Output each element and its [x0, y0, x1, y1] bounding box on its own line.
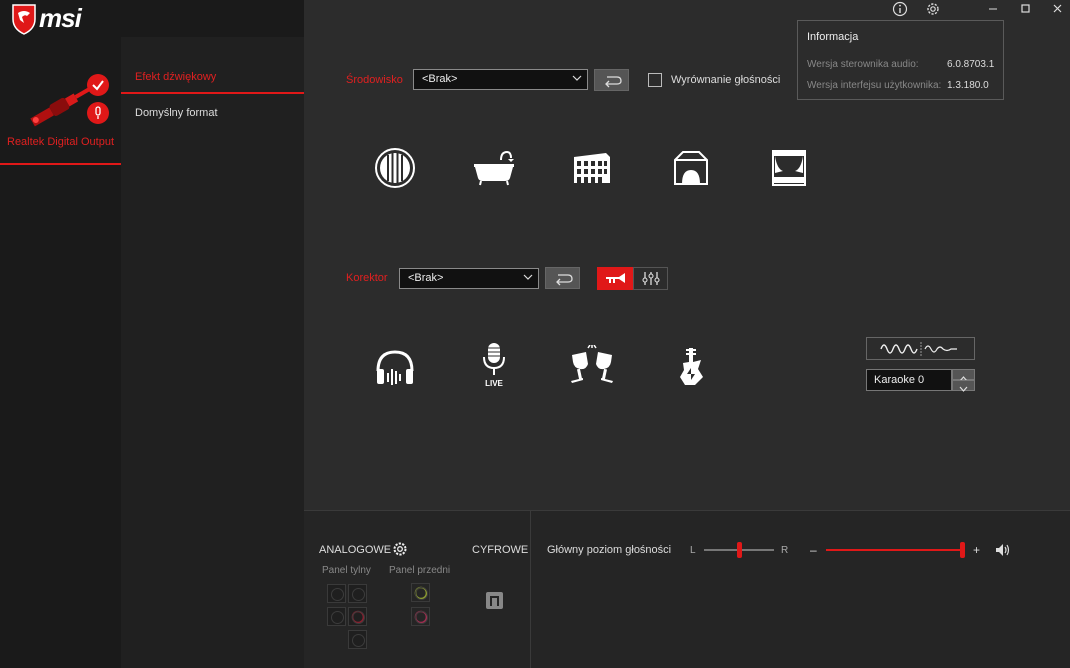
driver-version-label: Wersja sterownika audio:: [807, 59, 919, 70]
device-selected-indicator: [0, 163, 121, 165]
checkmark-icon: [92, 80, 104, 91]
loudness-equalization-checkbox[interactable]: [648, 73, 662, 87]
ui-version-value: 1.3.180.0: [947, 80, 989, 91]
maximize-icon[interactable]: [1018, 2, 1034, 16]
close-icon[interactable]: [1050, 2, 1066, 16]
preset-mode-tab[interactable]: [597, 267, 633, 290]
karaoke-waveform-button[interactable]: [866, 337, 975, 360]
nav-active-indicator: [121, 92, 304, 94]
balance-slider-thumb[interactable]: [736, 542, 742, 558]
environment-select[interactable]: <Brak>: [413, 69, 588, 90]
app-window: msi Realtek Digital Output Efekt dźwięko…: [0, 0, 1070, 668]
karaoke-value-field[interactable]: Karaoke 0: [866, 369, 952, 391]
rear-panel-label: Panel tylny: [322, 565, 371, 576]
sliders-icon: [642, 272, 660, 285]
stone-room-icon[interactable]: [374, 147, 416, 189]
bathroom-icon[interactable]: [473, 150, 515, 186]
rear-jack-2[interactable]: [348, 584, 367, 603]
rock-guitar-icon[interactable]: [677, 347, 705, 387]
trumpet-icon: [606, 273, 625, 283]
info-title: Informacja: [807, 31, 859, 43]
rear-jack-3[interactable]: [327, 607, 346, 626]
colosseum-icon[interactable]: [572, 151, 612, 185]
minimize-icon[interactable]: [985, 2, 1001, 16]
nav-item-default-format[interactable]: Domyślny format: [135, 107, 218, 119]
equalizer-selected-value: <Brak>: [408, 272, 444, 284]
microphone-small-icon: [95, 106, 101, 119]
driver-version-value: 6.0.8703.1: [947, 59, 995, 70]
master-volume-label: Główny poziom głośności: [547, 544, 672, 556]
nav-item-sound-effect[interactable]: Efekt dźwiękowy: [135, 71, 216, 83]
balance-right-label: R: [781, 545, 789, 556]
environment-selected-value: <Brak>: [422, 73, 458, 85]
chevron-down-icon: [959, 386, 968, 392]
live-microphone-icon[interactable]: LIVE: [478, 342, 510, 390]
front-jack-pink[interactable]: [411, 607, 430, 626]
rear-jack-4[interactable]: [348, 630, 367, 649]
front-jack-green[interactable]: [411, 583, 430, 602]
speaker-icon[interactable]: [995, 543, 1011, 557]
msi-dragon-logo-icon: [12, 4, 36, 35]
chevron-down-icon: [523, 274, 533, 280]
karaoke-increase-button[interactable]: [952, 369, 975, 382]
rear-jack-1[interactable]: [327, 584, 346, 603]
info-panel: Informacja Wersja sterownika audio: 6.0.…: [797, 20, 1004, 100]
digital-label: CYFROWE: [472, 544, 529, 556]
stage-icon[interactable]: [771, 149, 807, 187]
gear-icon[interactable]: [925, 1, 941, 17]
bottom-divider: [530, 510, 531, 668]
brand-logo: msi: [39, 3, 82, 33]
jack-ring-icon: [414, 610, 428, 624]
volume-slider-thumb[interactable]: [960, 542, 965, 558]
analog-label: ANALOGOWE: [319, 544, 392, 556]
undo-icon: [556, 274, 573, 286]
volume-minus-label[interactable]: –: [810, 543, 817, 557]
spdif-port-icon[interactable]: [485, 591, 504, 610]
equalizer-label: Korektor: [346, 272, 388, 284]
device-default-badge: [87, 74, 109, 96]
loudness-equalization-label: Wyrównanie głośności: [671, 74, 781, 86]
volume-slider-fill: [826, 549, 964, 551]
live-text: LIVE: [485, 379, 503, 388]
balance-left-label: L: [690, 545, 696, 556]
front-panel-label: Panel przedni: [389, 565, 451, 576]
waveform-icon: [880, 342, 957, 356]
nav-column: [121, 0, 304, 668]
device-name[interactable]: Realtek Digital Output: [0, 136, 121, 148]
jack-ring-icon: [351, 610, 365, 624]
equalizer-select[interactable]: <Brak>: [399, 268, 539, 289]
chevron-down-icon: [572, 75, 582, 81]
device-mic-badge: [87, 102, 109, 124]
karaoke-decrease-button[interactable]: [952, 380, 975, 392]
party-cheers-icon[interactable]: [568, 345, 616, 385]
info-icon[interactable]: [892, 1, 908, 17]
environment-reset-button[interactable]: [594, 69, 629, 91]
ui-version-label: Wersja interfejsu użytkownika:: [807, 80, 942, 91]
headphones-icon[interactable]: [375, 349, 415, 387]
jack-ring-icon: [414, 586, 428, 600]
equalizer-reset-button[interactable]: [545, 267, 580, 289]
volume-plus-label[interactable]: +: [973, 543, 980, 557]
custom-eq-tab[interactable]: [633, 267, 668, 290]
undo-icon: [605, 76, 622, 88]
connector-settings-gear-icon[interactable]: [392, 541, 408, 557]
auditorium-icon[interactable]: [673, 150, 709, 186]
rear-jack-pink[interactable]: [348, 607, 367, 626]
environment-label: Środowisko: [346, 74, 403, 86]
